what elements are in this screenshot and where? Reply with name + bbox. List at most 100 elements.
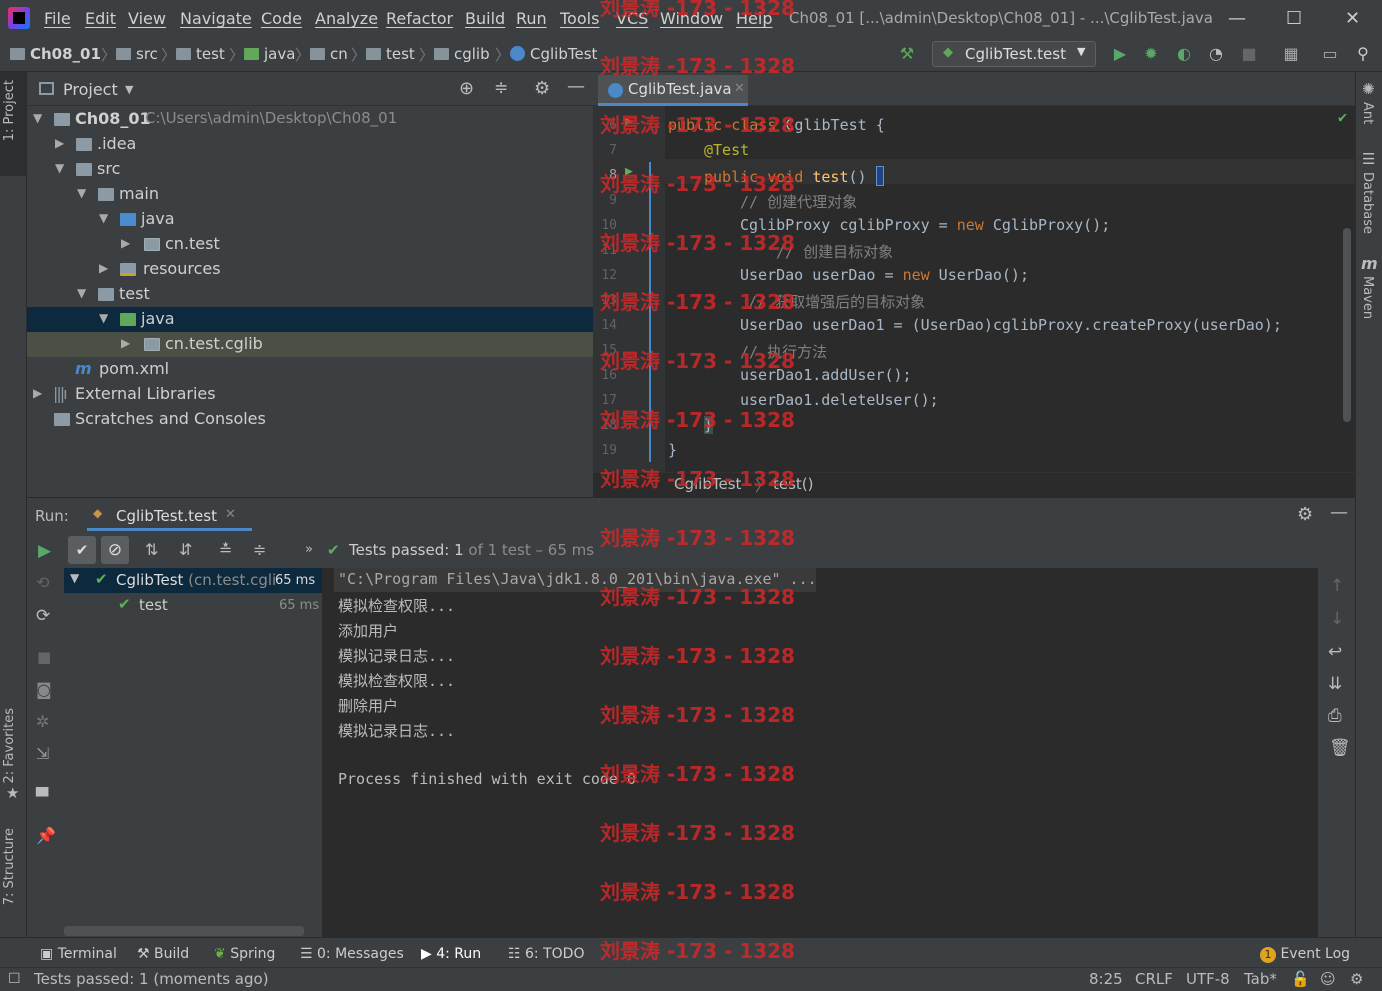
layout-icon[interactable]: ▀	[36, 787, 48, 806]
menu-view[interactable]: View	[128, 9, 166, 28]
console-output[interactable]: "C:\Program Files\Java\jdk1.8.0_201\bin\…	[322, 568, 1318, 938]
code-area[interactable]: public class CglibTest { @Test public vo…	[593, 106, 1355, 472]
maximize-icon[interactable]: ☐	[1286, 8, 1302, 29]
menu-tools[interactable]: Tools	[560, 9, 599, 28]
tree-scrollbar[interactable]	[64, 926, 304, 936]
hide-icon[interactable]: —	[567, 76, 585, 97]
tree-item-resources[interactable]: ▶ resources	[27, 257, 593, 282]
tree-item-test[interactable]: ▼ test	[27, 282, 593, 307]
status-message[interactable]: Tests passed: 1 (moments ago)	[34, 970, 269, 988]
collapse-all-icon[interactable]: ≑	[253, 540, 266, 559]
indent-setting[interactable]: Tab*	[1244, 970, 1277, 988]
menu-window[interactable]: Window	[660, 9, 723, 28]
profile-icon[interactable]: ◔	[1207, 45, 1225, 63]
layout-icon[interactable]: ▭	[1321, 45, 1339, 63]
maven-tool-tab[interactable]: Maven	[1360, 276, 1375, 319]
tree-item-src[interactable]: ▼ src	[27, 157, 593, 182]
gear-icon[interactable]: ⚙	[1297, 504, 1313, 525]
breadcrumb-project[interactable]: Ch08_01	[10, 45, 101, 63]
hide-icon[interactable]: —	[1330, 502, 1348, 523]
project-structure-icon[interactable]: ▦	[1282, 45, 1300, 63]
pin-icon[interactable]: 📌	[36, 826, 56, 845]
soft-wrap-icon[interactable]: ↩	[1328, 642, 1342, 662]
tree-item-test-java[interactable]: ▼ java	[27, 307, 593, 332]
arrow-up-icon[interactable]: ↑	[1330, 576, 1344, 596]
tree-item-root[interactable]: ▼ Ch08_01 C:\Users\admin\Desktop\Ch08_01	[27, 107, 593, 132]
run-tab-cglibtest[interactable]: ◆ CglibTest.test ✕	[87, 500, 252, 531]
locate-icon[interactable]: ⊕	[459, 78, 474, 99]
test-suite-row[interactable]: ▼ ✔ CglibTest (cn.test.cgli 65 ms	[64, 568, 322, 593]
test-case-row[interactable]: ✔ test 65 ms	[64, 593, 322, 618]
scroll-to-end-icon[interactable]: ⇊	[1328, 674, 1342, 694]
messages-tool-tab[interactable]: ☰ 0: Messages	[300, 946, 404, 962]
close-icon[interactable]: ✕	[1345, 8, 1360, 29]
project-view-title[interactable]: Project	[63, 80, 118, 99]
caret-position[interactable]: 8:25	[1089, 970, 1123, 988]
breadcrumb-test[interactable]: test	[176, 45, 225, 63]
run-configuration-select[interactable]: ◆ CglibTest.test ▼	[932, 41, 1096, 67]
file-encoding[interactable]: UTF-8	[1186, 970, 1230, 988]
tree-item-pom[interactable]: m pom.xml	[27, 357, 593, 382]
sort-duration-icon[interactable]: ⇵	[179, 540, 192, 559]
settings-icon[interactable]: ✲	[36, 712, 49, 731]
build-tool-tab[interactable]: ⚒ Build	[137, 946, 189, 962]
status-toggle-icon[interactable]: ☐	[8, 971, 21, 987]
menu-edit[interactable]: Edit	[85, 9, 116, 28]
debug-icon[interactable]: ✹	[1142, 45, 1160, 63]
print-icon[interactable]: ⎙	[1328, 706, 1342, 726]
editor-tab-cglibtest[interactable]: CglibTest.java ✕	[598, 75, 748, 106]
show-ignored-toggle[interactable]: ⊘	[101, 536, 129, 564]
rerun-icon[interactable]: ▶	[38, 541, 51, 561]
rerun-failed-icon[interactable]: ⟳	[36, 606, 50, 626]
breadcrumb-class[interactable]: CglibTest	[674, 475, 741, 493]
clear-all-icon[interactable]: 🗑	[1329, 738, 1351, 758]
inspector-icon[interactable]: ☺	[1320, 970, 1336, 988]
memory-icon[interactable]: ⚙	[1350, 970, 1363, 988]
structure-tool-tab[interactable]: 7: Structure	[2, 828, 17, 905]
close-tab-icon[interactable]: ✕	[225, 507, 236, 522]
tree-item-cn-test[interactable]: ▶ cn.test	[27, 232, 593, 257]
collapse-all-icon[interactable]: ≑	[494, 78, 508, 98]
build-hammer-icon[interactable]: ⚒	[898, 45, 916, 63]
tree-item-scratches[interactable]: Scratches and Consoles	[27, 407, 593, 432]
run-icon[interactable]: ▶	[1111, 45, 1129, 63]
more-icon[interactable]: »	[305, 542, 313, 557]
import-tests-icon[interactable]: ⇲	[36, 744, 49, 763]
menu-build[interactable]: Build	[465, 9, 505, 28]
coverage-icon[interactable]: ◐	[1175, 45, 1193, 63]
menu-run[interactable]: Run	[516, 9, 547, 28]
show-passed-toggle[interactable]: ✔	[68, 536, 96, 564]
event-log-tool-tab[interactable]: 1 Event Log	[1260, 946, 1350, 963]
editor-scrollbar[interactable]	[1343, 228, 1351, 422]
sort-alpha-icon[interactable]: ⇅	[145, 540, 158, 559]
breadcrumb-class[interactable]: CglibTest	[510, 45, 597, 63]
breadcrumb-java[interactable]: java	[244, 45, 295, 63]
arrow-down-icon[interactable]: ↓	[1330, 609, 1344, 629]
close-tab-icon[interactable]: ✕	[734, 81, 745, 96]
tree-item-idea[interactable]: ▶ .idea	[27, 132, 593, 157]
breadcrumb-test-pkg[interactable]: test	[366, 45, 415, 63]
stop-icon[interactable]: ■	[37, 648, 51, 666]
breadcrumb-method[interactable]: test()	[773, 475, 814, 493]
todo-tool-tab[interactable]: ☷ 6: TODO	[508, 946, 584, 962]
breadcrumb-cn[interactable]: cn	[310, 45, 348, 63]
camera-icon[interactable]: ◙	[36, 680, 52, 699]
expand-all-icon[interactable]: ≛	[219, 540, 232, 559]
breadcrumb-src[interactable]: src	[116, 45, 158, 63]
minimize-icon[interactable]: —	[1228, 8, 1246, 29]
menu-code[interactable]: Code	[261, 9, 302, 28]
gear-icon[interactable]: ⚙	[534, 78, 550, 99]
menu-vcs[interactable]: VCS	[616, 9, 648, 28]
tree-item-main[interactable]: ▼ main	[27, 182, 593, 207]
search-icon[interactable]: ⚲	[1354, 45, 1372, 63]
menu-navigate[interactable]: Navigate	[180, 9, 252, 28]
line-separator[interactable]: CRLF	[1135, 970, 1173, 988]
chevron-down-icon[interactable]: ▼	[125, 83, 133, 96]
menu-analyze[interactable]: Analyze	[315, 9, 378, 28]
tree-item-external-libraries[interactable]: ▶ |||ı External Libraries	[27, 382, 593, 407]
favorites-tool-tab[interactable]: 2: Favorites	[2, 708, 17, 784]
menu-refactor[interactable]: Refactor	[386, 9, 453, 28]
tree-item-main-java[interactable]: ▼ java	[27, 207, 593, 232]
ant-tool-tab[interactable]: Ant	[1360, 102, 1375, 124]
toggle-auto-test-icon[interactable]: ⟲	[36, 573, 49, 592]
